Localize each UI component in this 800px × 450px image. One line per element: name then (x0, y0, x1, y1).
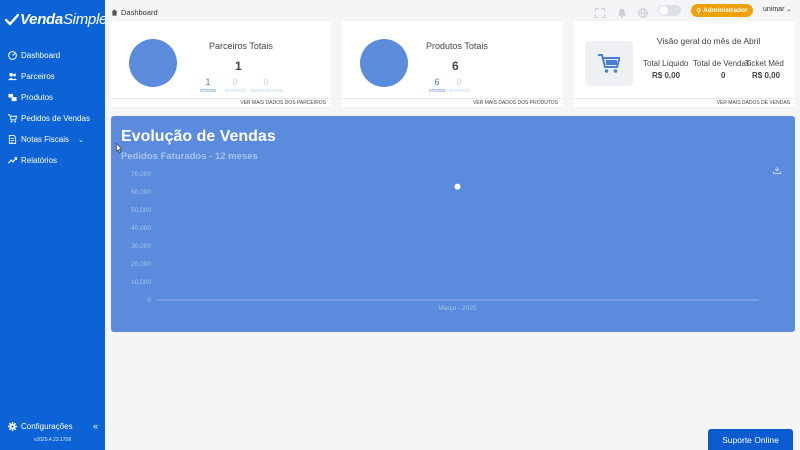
theme-toggle[interactable] (658, 5, 681, 16)
mouse-cursor-icon (116, 143, 122, 153)
x-tick-label: Março - 2025 (438, 305, 477, 312)
app-version: v2025.4.23.1708 (33, 437, 72, 443)
cart-icon-box (585, 41, 633, 86)
role-badge-label: Administrador (703, 7, 748, 14)
col-total-liquido-label: Total Líquido (643, 59, 689, 68)
sidebar-item-label: Pedidos de Vendas (21, 114, 90, 123)
sidebar-item-label: Relatórios (21, 156, 58, 165)
stat-bloqueados: 0 BLOQUEADOS (251, 77, 283, 93)
toggle-knob (659, 6, 668, 15)
sales-chart: 0 10,000 20,000 30,000 40,000 50,000 60,000 70,… (131, 171, 759, 312)
collapse-sidebar-icon[interactable]: « (93, 421, 98, 431)
shopping-cart-icon (598, 53, 620, 73)
stat-value: 6 (434, 77, 440, 87)
logo[interactable]: Venda Simples (5, 11, 115, 28)
box-icon (8, 93, 17, 102)
y-tick-label: 40,000 (131, 225, 151, 232)
y-tick-label: 10,000 (131, 279, 151, 286)
sidebar-item-pedidos[interactable]: Pedidos de Vendas (0, 108, 105, 129)
y-tick-label: 70,000 (131, 171, 151, 178)
logo-check-icon (5, 13, 19, 26)
sidebar-nav: Dashboard Parceiros Produtos Pedidos de … (0, 45, 105, 171)
user-name: unimar (763, 6, 785, 13)
stat-ativos: 6 ATIVOS (426, 77, 448, 93)
card-title: Parceiros Totais (209, 41, 273, 51)
sidebar-item-label: Produtos (21, 93, 54, 102)
stat-ativos: 1 ATIVOS (197, 77, 219, 93)
sidebar: Venda Simples Dashboard Parceiros Produto… (0, 0, 115, 450)
stat-value: 0 (232, 77, 238, 87)
sidebar-item-label: Dashboard (21, 51, 61, 60)
fullscreen-icon[interactable] (594, 5, 606, 19)
sidebar-item-produtos[interactable]: Produtos (0, 87, 105, 108)
chart-title: Evolução de Vendas (121, 128, 276, 145)
globe-icon[interactable] (638, 5, 648, 18)
y-tick-label: 30,000 (131, 243, 151, 250)
dashboard-icon (8, 51, 17, 60)
stat-value: 0 (456, 77, 462, 87)
sidebar-item-configuracoes[interactable]: Configurações « (8, 421, 98, 431)
support-online-button[interactable]: Suporte Online (708, 429, 793, 450)
trend-icon (8, 157, 17, 164)
sidebar-item-relatorios[interactable]: Relatórios (0, 150, 105, 171)
chevron-down-icon: ⌄ (786, 7, 792, 13)
stat-inativos: 0 INATIVOS (224, 77, 246, 93)
sidebar-item-notas-fiscais[interactable]: Notas Fiscais ⌄ (0, 129, 105, 150)
y-tick-label: 20,000 (131, 261, 151, 268)
total-liquido-value: R$ 0,00 (652, 71, 681, 80)
vendas-title: Visão geral do mês de Abril (657, 36, 761, 46)
cart-icon (8, 114, 17, 123)
bell-icon[interactable] (617, 5, 627, 18)
stat-value: 1 (205, 77, 211, 87)
stat-label: INATIVOS (224, 88, 246, 93)
card-produtos: Produtos Totais 6 6 ATIVOS 0 INATIVOS VE… (342, 21, 563, 107)
sales-chart-panel: 0 10,000 20,000 30,000 40,000 50,000 60,000 70,… (111, 116, 795, 332)
chevron-down-icon: ⌄ (78, 136, 84, 144)
home-icon (111, 9, 118, 16)
card-value: 1 (235, 59, 242, 73)
gear-icon (8, 421, 17, 431)
stat-inativos: 0 INATIVOS (448, 77, 470, 93)
sidebar-item-label: Notas Fiscais (21, 135, 70, 144)
config-label: Configurações (21, 421, 73, 431)
col-ticket-label: Ticket Méd (745, 59, 784, 68)
download-icon[interactable] (773, 166, 781, 176)
y-tick-label: 50,000 (131, 207, 151, 214)
sidebar-item-label: Parceiros (21, 72, 55, 81)
stat-label: BLOQUEADOS (251, 88, 283, 93)
breadcrumb-label: Dashboard (121, 8, 158, 17)
stat-value: 0 (263, 77, 269, 87)
card-value: 6 (452, 59, 459, 73)
stat-label: ATIVOS (199, 88, 217, 93)
document-icon (8, 135, 17, 144)
col-total-vendas-label: Total de Vendas (693, 59, 750, 68)
total-vendas-value: 0 (721, 71, 726, 80)
role-badge[interactable]: ⚲ Administrador (691, 4, 753, 17)
users-icon (8, 72, 17, 81)
card-parceiros: Parceiros Totais 1 1 ATIVOS 0 INATIVOS 0… (111, 21, 331, 107)
parceiros-donut (129, 39, 177, 87)
sidebar-item-parceiros[interactable]: Parceiros (0, 66, 105, 87)
y-tick-label: 60,000 (131, 189, 151, 196)
data-point[interactable] (454, 183, 461, 190)
ticket-value: R$ 0,00 (752, 71, 781, 80)
logo-text-bold: Venda (20, 11, 63, 28)
stat-label: INATIVOS (448, 88, 470, 93)
user-menu[interactable]: unimar ⌄ (763, 6, 791, 13)
chart-subtitle: Pedidos Faturados - 12 meses (121, 151, 258, 162)
more-parceiros-link[interactable]: VER MAIS DADOS DOS PARCEIROS (111, 98, 331, 107)
more-vendas-link[interactable]: VER MAIS DADOS DE VENDAS (574, 98, 795, 107)
more-produtos-link[interactable]: VER MAIS DADOS DOS PRODUTOS (342, 98, 563, 107)
card-vendas: Visão geral do mês de Abril Total Líquid… (574, 21, 795, 107)
y-tick-label: 0 (147, 297, 151, 304)
support-label: Suporte Online (722, 434, 779, 445)
produtos-donut (360, 39, 408, 87)
stat-label: ATIVOS (428, 88, 446, 93)
breadcrumb[interactable]: Dashboard (111, 8, 158, 17)
card-title: Produtos Totais (426, 41, 488, 51)
sidebar-item-dashboard[interactable]: Dashboard (0, 45, 105, 66)
bulb-icon: ⚲ (696, 7, 702, 15)
